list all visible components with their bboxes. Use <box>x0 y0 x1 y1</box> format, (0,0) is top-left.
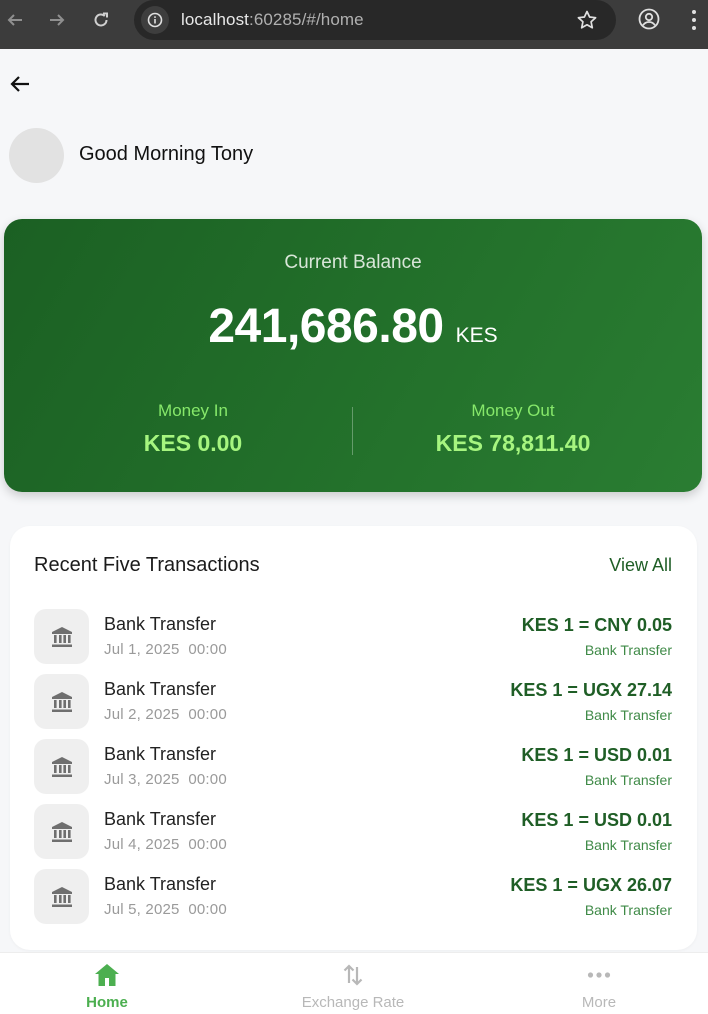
money-in-section: Money In KES 0.00 <box>68 401 318 457</box>
balance-card: Current Balance 241,686.80 KES Money In … <box>4 219 702 492</box>
nav-item-more[interactable]: More <box>529 961 669 1011</box>
balance-currency: KES <box>455 324 498 347</box>
kebab-menu-icon <box>692 10 696 30</box>
transaction-icon-box <box>34 674 89 729</box>
url-path: :60285/#/home <box>249 10 364 29</box>
transaction-type: Bank Transfer <box>584 837 672 853</box>
site-info-button[interactable] <box>141 6 169 34</box>
transaction-date: Jul 5, 2025 00:00 <box>104 901 227 918</box>
transaction-type: Bank Transfer <box>584 772 672 788</box>
money-out-section: Money Out KES 78,811.40 <box>388 401 638 457</box>
home-icon <box>95 964 119 986</box>
transaction-row[interactable]: Bank Transfer Jul 2, 2025 00:00 KES 1 = … <box>34 674 672 729</box>
transaction-row[interactable]: Bank Transfer Jul 5, 2025 00:00 KES 1 = … <box>34 869 672 924</box>
money-out-label: Money Out <box>471 401 555 420</box>
more-horizontal-icon <box>587 972 611 978</box>
transaction-name: Bank Transfer <box>104 809 217 829</box>
avatar[interactable] <box>9 128 64 183</box>
nav-label-exchange-rate: Exchange Rate <box>301 994 405 1011</box>
bottom-navigation: Home Exchange Rate More <box>0 952 708 1014</box>
arrow-back-icon <box>10 76 29 92</box>
nav-label-home: Home <box>86 994 128 1011</box>
transaction-type: Bank Transfer <box>584 707 672 723</box>
browser-back-button[interactable] <box>0 0 30 40</box>
transaction-name: Bank Transfer <box>104 614 217 634</box>
url-host: localhost <box>181 10 249 29</box>
balance-row: 241,686.80 KES <box>4 299 702 354</box>
nav-item-exchange-rate[interactable]: Exchange Rate <box>283 961 423 1011</box>
profile-button[interactable] <box>637 7 661 36</box>
transaction-row[interactable]: Bank Transfer Jul 4, 2025 00:00 KES 1 = … <box>34 804 672 859</box>
bank-icon <box>51 691 72 712</box>
nav-label-more: More <box>581 994 617 1011</box>
arrow-back-icon <box>7 14 22 26</box>
transaction-name: Bank Transfer <box>104 874 217 894</box>
arrow-forward-icon <box>50 14 65 26</box>
money-in-label: Money In <box>158 401 228 420</box>
bank-icon <box>51 886 72 907</box>
transaction-rate: KES 1 = UGX 27.14 <box>510 680 672 700</box>
browser-forward-button[interactable] <box>42 0 72 40</box>
transaction-rate: KES 1 = CNY 0.05 <box>521 615 672 635</box>
balance-divider <box>352 407 353 455</box>
browser-toolbar: localhost:60285/#/home <box>0 0 708 49</box>
profile-icon <box>638 8 660 30</box>
address-url: localhost:60285/#/home <box>181 10 364 30</box>
money-in-value: KES 0.00 <box>143 430 243 456</box>
address-bar[interactable]: localhost:60285/#/home <box>134 0 616 40</box>
swap-vertical-icon <box>343 964 363 986</box>
transaction-icon-box <box>34 869 89 924</box>
transaction-rate: KES 1 = UGX 26.07 <box>510 875 672 895</box>
transaction-type: Bank Transfer <box>584 642 672 658</box>
transaction-row[interactable]: Bank Transfer Jul 1, 2025 00:00 KES 1 = … <box>34 609 672 664</box>
transaction-icon-box <box>34 739 89 794</box>
transaction-icon-box <box>34 609 89 664</box>
transactions-title: Recent Five Transactions <box>34 554 260 576</box>
back-button[interactable] <box>6 70 34 98</box>
transaction-icon-box <box>34 804 89 859</box>
transaction-date: Jul 4, 2025 00:00 <box>104 836 227 853</box>
star-icon <box>577 10 597 29</box>
money-out-value: KES 78,811.40 <box>435 430 591 456</box>
bookmark-button[interactable] <box>576 9 598 36</box>
bank-icon <box>51 756 72 777</box>
transaction-name: Bank Transfer <box>104 679 217 699</box>
transaction-date: Jul 1, 2025 00:00 <box>104 641 227 658</box>
transaction-name: Bank Transfer <box>104 744 217 764</box>
nav-item-home[interactable]: Home <box>37 961 177 1011</box>
reload-icon <box>94 12 108 27</box>
balance-label: Current Balance <box>284 252 422 273</box>
transaction-date: Jul 3, 2025 00:00 <box>104 771 227 788</box>
transaction-rate: KES 1 = USD 0.01 <box>521 745 672 765</box>
transaction-rate: KES 1 = USD 0.01 <box>521 810 672 830</box>
transaction-row[interactable]: Bank Transfer Jul 3, 2025 00:00 KES 1 = … <box>34 739 672 794</box>
bank-icon <box>51 626 72 647</box>
bank-icon <box>51 821 72 842</box>
transaction-type: Bank Transfer <box>584 902 672 918</box>
recent-transactions-card: Recent Five Transactions View All Bank T… <box>10 526 697 950</box>
view-all-button[interactable]: View All <box>609 555 672 576</box>
browser-menu-button[interactable] <box>686 8 702 37</box>
transaction-date: Jul 2, 2025 00:00 <box>104 706 227 723</box>
balance-amount: 241,686.80 <box>208 300 444 353</box>
browser-reload-button[interactable] <box>86 0 116 40</box>
site-info-icon <box>147 12 163 28</box>
greeting-text: Good Morning Tony <box>79 143 254 165</box>
